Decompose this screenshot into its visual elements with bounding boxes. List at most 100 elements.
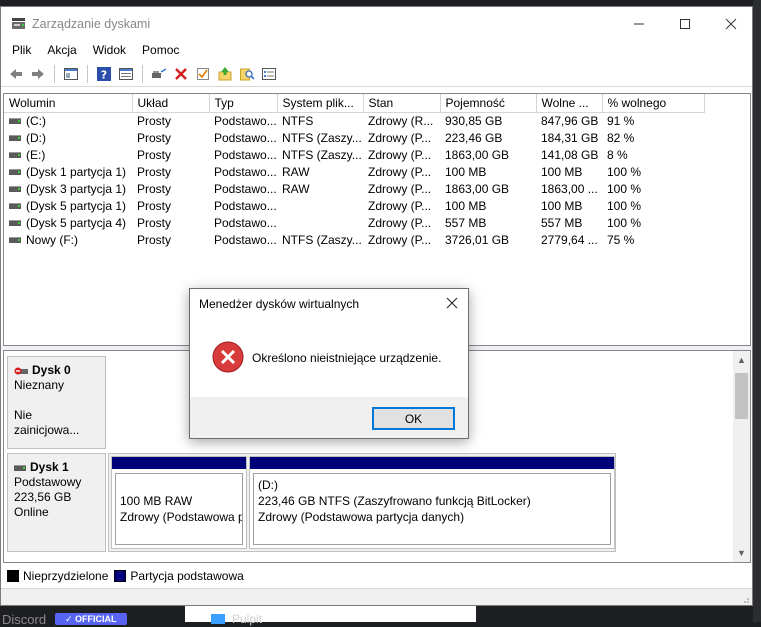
partition-raw[interactable]: 100 MB RAW Zdrowy (Podstawowa p — [111, 456, 247, 549]
table-cell: 100 MB — [541, 164, 583, 179]
delete-button[interactable] — [170, 63, 192, 85]
column-header-system-plikow[interactable]: System plik... — [277, 94, 364, 113]
table-row[interactable]: (Dysk 5 partycja 4) Prosty Podstawo... Z… — [4, 214, 704, 231]
check-button[interactable] — [192, 63, 214, 85]
partition-size-fs: 100 MB RAW — [120, 494, 193, 508]
table-cell: Podstawo... — [214, 198, 277, 213]
table-row[interactable]: (C:) Prosty Podstawo... NTFS Zdrowy (R..… — [4, 112, 704, 129]
column-header-procent-wolnego[interactable]: % wolnego — [602, 94, 705, 113]
refresh-button[interactable] — [214, 63, 236, 85]
scroll-up-icon[interactable]: ▲ — [737, 356, 746, 365]
volume-name-cell: (E:) — [4, 146, 132, 163]
partition-header-bar — [112, 457, 246, 469]
volume-name: (Dysk 3 partycja 1) — [26, 181, 127, 196]
legend-label: Partycja podstawowa — [130, 569, 244, 583]
connect-disk-button[interactable] — [148, 63, 170, 85]
table-cell: Podstawo... — [214, 113, 277, 128]
partition-d[interactable]: (D:) 223,46 GB NTFS (Zaszyfrowano funkcj… — [249, 456, 615, 549]
legend-swatch — [114, 570, 127, 582]
table-cell: Zdrowy (P... — [368, 147, 432, 162]
back-button[interactable] — [5, 63, 27, 85]
table-cell: 91 % — [607, 113, 635, 128]
minimize-button[interactable] — [616, 7, 662, 39]
table-row[interactable]: (Dysk 1 partycja 1) Prosty Podstawo... R… — [4, 163, 704, 180]
menu-widok[interactable]: Widok — [85, 43, 134, 57]
table-row[interactable]: (E:) Prosty Podstawo... NTFS (Zaszy... Z… — [4, 146, 704, 163]
menu-pomoc[interactable]: Pomoc — [134, 43, 187, 57]
menu-akcja[interactable]: Akcja — [39, 43, 84, 57]
disk-0-name: Dysk 0 — [32, 363, 71, 377]
help-button[interactable]: ? — [93, 63, 115, 85]
volume-table-header: Wolumin Układ Typ System plik... Stan Po… — [4, 94, 705, 113]
check-icon — [197, 67, 209, 80]
disk-view-scrollbar[interactable]: ▲ ▼ — [733, 351, 750, 562]
table-row[interactable]: (D:) Prosty Podstawo... NTFS (Zaszy... Z… — [4, 129, 704, 146]
disk-1-size: 223,56 GB — [14, 490, 72, 504]
column-header-typ[interactable]: Typ — [209, 94, 278, 113]
table-cell: NTFS (Zaszy... — [282, 147, 362, 162]
properties-button[interactable] — [115, 63, 137, 85]
back-icon — [10, 68, 22, 79]
resize-grip-icon[interactable] — [740, 594, 750, 604]
drive-icon — [9, 219, 21, 226]
column-header-stan[interactable]: Stan — [363, 94, 441, 113]
table-cell: 100 % — [607, 181, 642, 196]
column-header-pojemnosc[interactable]: Pojemność — [440, 94, 537, 113]
partition-status: Zdrowy (Podstawowa partycja danych) — [258, 510, 465, 524]
disk-0-type: Nieznany — [14, 378, 65, 392]
table-cell: 557 MB — [541, 215, 583, 230]
ok-button[interactable]: OK — [372, 407, 455, 430]
minimize-icon — [634, 23, 644, 25]
disk-0-label[interactable]: Dysk 0 Nieznany Nie zainicjowa... — [7, 356, 106, 449]
table-cell: 847,96 GB — [541, 113, 599, 128]
table-row[interactable]: Nowy (F:) Prosty Podstawo... NTFS (Zaszy… — [4, 231, 704, 248]
disk-icon — [14, 464, 26, 471]
menu-plik[interactable]: Plik — [4, 43, 39, 57]
partition-body: 100 MB RAW Zdrowy (Podstawowa p — [115, 473, 243, 545]
console-tree-button[interactable] — [60, 63, 82, 85]
disk-1-label[interactable]: Dysk 1 Podstawowy 223,56 GB Online — [7, 453, 106, 552]
scrollbar-thumb[interactable] — [735, 373, 748, 419]
menu-bar: Plik Akcja Widok Pomoc — [1, 39, 752, 61]
volume-name: Nowy (F:) — [26, 232, 78, 247]
table-cell: 930,85 GB — [445, 113, 503, 128]
table-cell: 100 MB — [445, 198, 487, 213]
volume-name-cell: (Dysk 1 partycja 1) — [4, 163, 132, 180]
table-cell — [277, 197, 363, 214]
search-button[interactable] — [236, 63, 258, 85]
disk-1-name: Dysk 1 — [30, 460, 69, 474]
table-cell: 1863,00 GB — [445, 147, 510, 162]
dialog-title: Menedżer dysków wirtualnych — [199, 297, 360, 311]
forward-button[interactable] — [27, 63, 49, 85]
table-cell: Podstawo... — [214, 147, 277, 162]
table-cell: 223,46 GB — [445, 130, 503, 145]
column-header-uklad[interactable]: Układ — [132, 94, 210, 113]
drive-icon — [9, 185, 21, 192]
search-icon — [240, 68, 255, 80]
close-icon[interactable] — [444, 295, 460, 311]
disk-1-row: Dysk 1 Podstawowy 223,56 GB Online 100 M… — [4, 453, 734, 553]
partition-letter — [120, 477, 238, 493]
scroll-down-icon[interactable]: ▼ — [737, 549, 746, 558]
volume-name: (C:) — [26, 113, 46, 128]
background-pulpit-label: Pulpit — [232, 612, 263, 626]
list-view-button[interactable] — [258, 63, 280, 85]
dialog-message: Określono nieistniejące urządzenie. — [252, 351, 442, 365]
table-row[interactable]: (Dysk 3 partycja 1) Prosty Podstawo... R… — [4, 180, 704, 197]
column-header-wolumin[interactable]: Wolumin — [4, 94, 133, 113]
disk-management-app-icon — [12, 18, 25, 29]
table-cell: Zdrowy (R... — [368, 113, 434, 128]
refresh-icon — [218, 66, 232, 80]
partition-body: (D:) 223,46 GB NTFS (Zaszyfrowano funkcj… — [253, 473, 611, 545]
disk-1-type: Podstawowy — [14, 475, 82, 489]
column-header-wolne[interactable]: Wolne ... — [536, 94, 603, 113]
close-window-button[interactable] — [708, 7, 752, 39]
volume-name: (Dysk 1 partycja 1) — [26, 164, 127, 179]
maximize-button[interactable] — [662, 7, 708, 39]
table-row[interactable]: (Dysk 5 partycja 1) Prosty Podstawo... Z… — [4, 197, 704, 214]
connect-icon — [152, 67, 167, 78]
window-title: Zarządzanie dyskami — [32, 17, 151, 31]
partition-letter: (D:) — [258, 478, 278, 492]
table-cell: 3726,01 GB — [445, 232, 510, 247]
dialog-footer: OK — [190, 397, 468, 438]
